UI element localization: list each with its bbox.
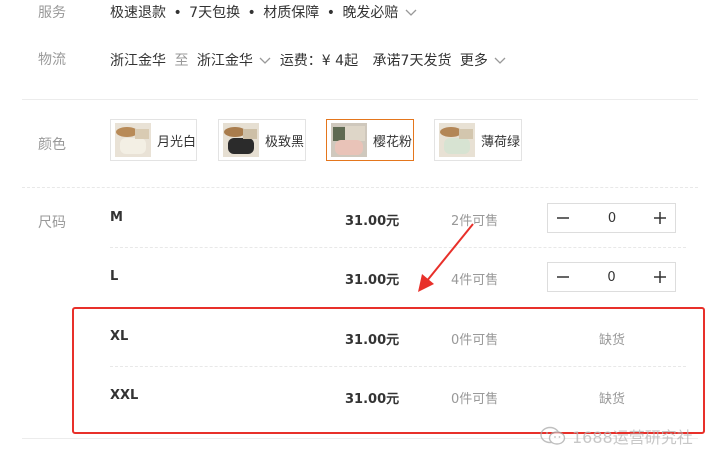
product-thumbnail: [223, 123, 259, 157]
product-thumbnail: [439, 123, 475, 157]
color-option-sakura-pink[interactable]: 樱花粉: [326, 119, 414, 161]
wechat-icon: [540, 426, 566, 445]
watermark-text: 1688运营研究社: [572, 428, 693, 447]
decrement-button[interactable]: [548, 263, 578, 291]
logistics-from: 浙江金华: [110, 53, 166, 69]
highlight-box: [72, 307, 705, 434]
service-item-refund: 极速退款: [110, 5, 166, 21]
service-separator: •: [173, 5, 182, 21]
logistics-promise: 承诺7天发货: [372, 53, 452, 69]
chevron-down-icon: [494, 57, 506, 64]
color-label: 颜色: [38, 137, 66, 153]
service-item-material: 材质保障: [263, 5, 320, 21]
size-label: 尺码: [38, 215, 66, 231]
color-option-label: 极致黑: [265, 134, 305, 150]
service-item-late-compensation: 晚发必赔: [342, 5, 399, 21]
plus-icon: [654, 271, 666, 283]
service-label: 服务: [38, 5, 66, 21]
color-option-label: 月光白: [157, 134, 197, 150]
size-row-price: 31.00元: [345, 273, 400, 288]
product-thumbnail: [331, 123, 367, 157]
logistics-more-label: 更多: [459, 53, 488, 69]
size-row-name: M: [110, 210, 123, 225]
minus-icon: [557, 276, 569, 278]
size-row-price: 31.00元: [345, 214, 400, 229]
logistics-to-word: 至: [174, 53, 189, 69]
quantity-input[interactable]: 0: [579, 204, 645, 232]
product-thumbnail: [115, 123, 151, 157]
increment-button[interactable]: [645, 263, 675, 291]
logistics-row: 浙江金华 至 浙江金华 运费：¥ 4起 承诺7天发货 更多: [110, 50, 506, 70]
color-option-mint-green[interactable]: 薄荷绿: [434, 119, 522, 161]
chevron-down-icon: [405, 9, 417, 16]
service-items[interactable]: 极速退款 • 7天包换 • 材质保障 • 晚发必赔: [110, 2, 417, 22]
color-option-moonlight-white[interactable]: 月光白: [110, 119, 197, 161]
minus-icon: [557, 217, 569, 219]
service-separator: •: [326, 5, 335, 21]
arrow-annotation-icon: [418, 223, 474, 292]
logistics-fee: 运费：¥ 4起: [279, 53, 359, 69]
quantity-stepper: 0: [547, 262, 676, 292]
quantity-stepper: 0: [547, 203, 676, 233]
row-divider: [110, 247, 686, 248]
divider: [22, 187, 698, 188]
size-row-name: L: [110, 269, 119, 284]
color-option-label: 樱花粉: [373, 134, 413, 150]
chevron-down-icon: [259, 57, 271, 64]
divider: [22, 99, 698, 100]
logistics-label: 物流: [38, 52, 66, 68]
quantity-input[interactable]: 0: [578, 263, 645, 291]
plus-icon: [654, 212, 666, 224]
decrement-button[interactable]: [548, 204, 579, 232]
watermark: 1688运营研究社: [540, 424, 693, 448]
logistics-destination-select[interactable]: 浙江金华: [197, 53, 276, 69]
increment-button[interactable]: [645, 204, 675, 232]
logistics-more-button[interactable]: 更多: [460, 53, 506, 69]
service-separator: •: [247, 5, 256, 21]
color-option-label: 薄荷绿: [481, 134, 521, 150]
color-option-black[interactable]: 极致黑: [218, 119, 306, 161]
service-item-exchange: 7天包换: [189, 5, 241, 21]
logistics-to: 浙江金华: [196, 53, 253, 69]
